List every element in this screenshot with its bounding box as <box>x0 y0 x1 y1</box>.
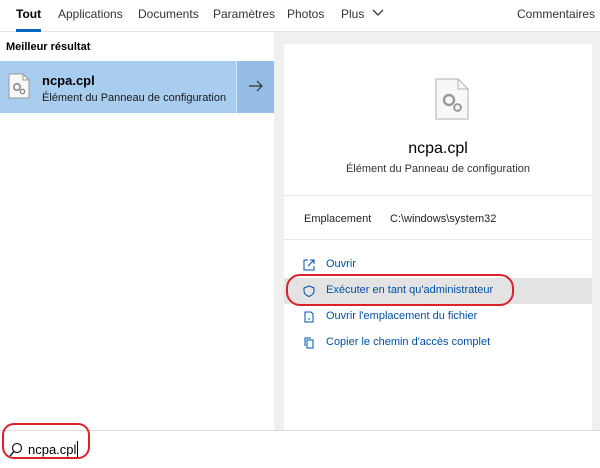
run-as-admin-action[interactable]: Exécuter en tant qu'administrateur <box>284 278 592 304</box>
search-tabs: Tout Applications Documents Paramètres P… <box>0 0 600 32</box>
control-panel-file-icon <box>435 78 469 120</box>
tab-more-label: Plus <box>341 7 365 21</box>
control-panel-file-icon <box>8 73 30 99</box>
tab-documents[interactable]: Documents <box>138 0 199 32</box>
best-match-subtitle: Élément du Panneau de configuration <box>42 92 227 104</box>
search-input[interactable]: ncpa.cpl <box>28 441 79 457</box>
location-value: C:\windows\system32 <box>390 213 497 225</box>
tab-applications[interactable]: Applications <box>58 0 123 32</box>
run-as-admin-label: Exécuter en tant qu'administrateur <box>326 284 494 296</box>
copy-full-path-action[interactable]: Copier le chemin d'accès complet <box>284 330 592 356</box>
file-location-icon <box>304 311 314 323</box>
shield-icon <box>303 285 315 297</box>
chevron-down-icon <box>372 9 384 17</box>
best-match-name: ncpa.cpl <box>42 73 95 88</box>
divider <box>284 195 592 196</box>
search-input-value: ncpa.cpl <box>28 442 77 457</box>
preview-title: ncpa.cpl <box>408 140 468 157</box>
tab-all[interactable]: Tout <box>16 0 42 32</box>
results-pane: Meilleur résultat ncpa.cpl Élément du Pa… <box>0 32 274 430</box>
open-action-label: Ouvrir <box>326 258 356 270</box>
copy-icon <box>304 337 314 349</box>
open-action[interactable]: Ouvrir <box>284 252 592 278</box>
tab-more[interactable]: Plus <box>341 0 384 32</box>
expand-preview-button[interactable] <box>236 61 274 113</box>
best-match-item[interactable]: ncpa.cpl Élément du Panneau de configura… <box>0 61 236 113</box>
best-match-heading: Meilleur résultat <box>6 41 91 53</box>
tab-settings[interactable]: Paramètres <box>213 0 275 32</box>
tab-photos[interactable]: Photos <box>287 0 324 32</box>
preview-pane: ncpa.cpl Élément du Panneau de configura… <box>284 44 592 430</box>
location-label: Emplacement <box>304 213 372 225</box>
text-caret <box>77 441 79 457</box>
open-file-location-action[interactable]: Ouvrir l'emplacement du fichier <box>284 304 592 330</box>
arrow-right-icon <box>249 80 263 92</box>
open-file-location-label: Ouvrir l'emplacement du fichier <box>326 310 478 322</box>
copy-full-path-label: Copier le chemin d'accès complet <box>326 336 491 348</box>
feedback-link[interactable]: Commentaires <box>517 0 595 32</box>
open-icon <box>303 259 315 271</box>
preview-subtitle: Élément du Panneau de configuration <box>345 163 531 175</box>
divider <box>284 239 592 240</box>
search-icon <box>9 442 23 457</box>
search-bar[interactable]: ncpa.cpl <box>0 430 600 468</box>
